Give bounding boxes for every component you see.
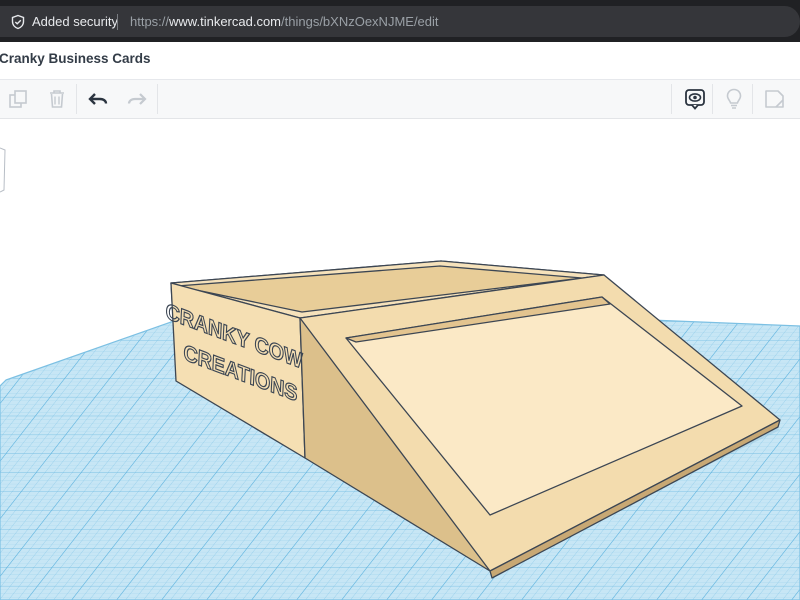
view-cube-edge[interactable] <box>0 147 6 193</box>
undo-icon <box>88 93 108 105</box>
design-title[interactable]: Cranky Business Cards <box>0 51 151 66</box>
url-host: www.tinkercad.com <box>169 14 282 29</box>
toolbar-divider <box>76 84 77 114</box>
delete-button[interactable] <box>44 86 70 112</box>
redo-button[interactable] <box>124 86 150 112</box>
toolbar-divider <box>712 84 713 114</box>
show-all-button[interactable] <box>682 86 708 112</box>
show-all-icon <box>685 89 705 110</box>
design-title-bar: Cranky Business Cards <box>0 42 800 80</box>
undo-button[interactable] <box>85 86 111 112</box>
omnibox[interactable]: Added security https://www.tinkercad.com… <box>0 6 800 37</box>
light-bulb-button[interactable] <box>721 86 747 112</box>
browser-address-bar: Added security https://www.tinkercad.com… <box>0 0 800 42</box>
light-bulb-icon <box>726 88 742 109</box>
notes-button[interactable] <box>761 86 787 112</box>
copy-icon <box>9 90 27 108</box>
copy-button[interactable] <box>5 86 31 112</box>
toolbar-divider <box>157 84 158 114</box>
shield-icon[interactable] <box>10 14 26 30</box>
security-status[interactable]: Added security <box>32 14 118 30</box>
toolbar-divider <box>671 84 672 114</box>
toolbar-divider <box>752 84 753 114</box>
trash-icon <box>50 90 64 108</box>
note-icon <box>765 90 784 108</box>
editor-toolbar <box>0 80 800 119</box>
redo-icon <box>127 93 147 105</box>
url-scheme: https:// <box>130 14 170 29</box>
workplane-canvas[interactable]: CRANKY COW CREATIONS <box>0 119 800 600</box>
workplane-scene[interactable]: CRANKY COW CREATIONS <box>0 119 800 600</box>
divider <box>117 14 118 30</box>
url-path: /things/bXNzOexNJME/edit <box>281 14 439 29</box>
url-text[interactable]: https://www.tinkercad.com/things/bXNzOex… <box>130 14 439 30</box>
